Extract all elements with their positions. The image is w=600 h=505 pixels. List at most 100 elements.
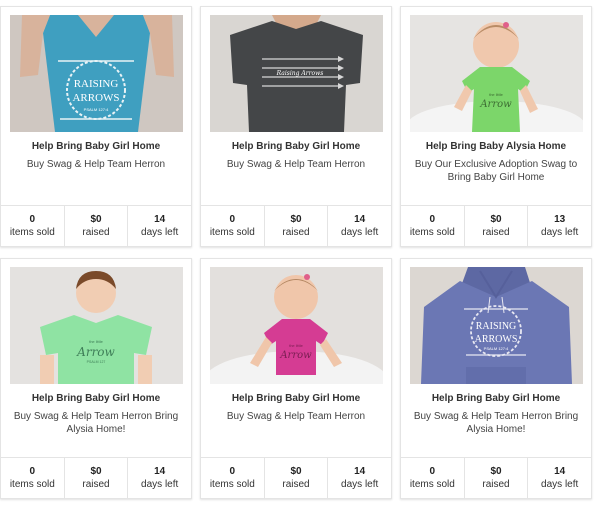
- days-left-label: days left: [541, 479, 579, 490]
- raised-stat: $0 raised: [265, 458, 329, 498]
- product-image-green-onesie[interactable]: the little Arrow: [410, 15, 583, 132]
- product-image-green-kids-tee[interactable]: the little Arrow PSALM 127: [10, 267, 183, 384]
- days-left-label: days left: [341, 227, 379, 238]
- campaign-title[interactable]: Help Bring Baby Girl Home: [401, 393, 591, 404]
- days-left-count: 13: [554, 214, 566, 225]
- campaign-stats: 0 items sold $0 raised 14 days left: [1, 457, 191, 498]
- items-sold-label: items sold: [409, 227, 455, 238]
- campaign-description: Buy Swag & Help Team Herron: [26, 159, 166, 170]
- items-sold-label: items sold: [409, 479, 455, 490]
- days-left-label: days left: [141, 479, 179, 490]
- green-onesie-baby-image: the little Arrow: [410, 15, 583, 132]
- raised-label: raised: [82, 479, 110, 490]
- charcoal-tee-image: Raising Arrows: [210, 15, 383, 132]
- raised-amount: $0: [290, 466, 302, 477]
- campaign-description: Buy Our Exclusive Adoption Swag to Bring…: [414, 159, 578, 183]
- image-text-raising: RAISING: [476, 321, 517, 332]
- days-left-count: 14: [354, 466, 366, 477]
- campaign-stats: 0 items sold $0 raised 14 days left: [201, 205, 391, 246]
- days-left-stat: 14 days left: [128, 206, 191, 246]
- image-text-the-little: the little: [89, 339, 104, 344]
- product-image-pink-onesie[interactable]: the little Arrow: [210, 267, 383, 384]
- items-sold-count: 0: [429, 466, 436, 477]
- image-text-raising: RAISING: [74, 78, 119, 90]
- raised-amount: $0: [290, 214, 302, 225]
- items-sold-stat: 0 items sold: [1, 458, 65, 498]
- campaign-card[interactable]: RAISING ARROWS PSALM 127:4 Help Bring Ba…: [400, 258, 592, 499]
- campaign-description: Buy Swag & Help Team Herron Bring Alysia…: [13, 411, 179, 435]
- campaign-card[interactable]: Raising Arrows Help Bring Baby Girl Home…: [200, 6, 392, 247]
- raised-label: raised: [482, 479, 510, 490]
- image-text-verse: PSALM 127: [87, 360, 106, 364]
- raised-amount: $0: [490, 466, 502, 477]
- items-sold-stat: 0 items sold: [201, 458, 265, 498]
- campaign-title[interactable]: Help Bring Baby Girl Home: [1, 393, 191, 404]
- items-sold-stat: 0 items sold: [201, 206, 265, 246]
- image-text-arrow: Arrow: [76, 345, 115, 359]
- raised-label: raised: [82, 227, 110, 238]
- campaign-stats: 0 items sold $0 raised 14 days left: [401, 457, 591, 498]
- campaign-card[interactable]: the little Arrow Help Bring Baby Alysia …: [400, 6, 592, 247]
- items-sold-label: items sold: [209, 479, 255, 490]
- items-sold-label: items sold: [9, 227, 55, 238]
- raised-stat: $0 raised: [65, 206, 129, 246]
- raised-label: raised: [282, 227, 310, 238]
- campaign-card[interactable]: RAISING ARROWS PSALM 127:4 Help Bring Ba…: [0, 6, 192, 247]
- raised-label: raised: [282, 479, 310, 490]
- items-sold-count: 0: [29, 214, 36, 225]
- product-image-hoodie[interactable]: RAISING ARROWS PSALM 127:4: [410, 267, 583, 384]
- image-text-verse: PSALM 127:4: [84, 107, 109, 112]
- days-left-label: days left: [141, 227, 179, 238]
- image-text-verse: PSALM 127:4: [484, 346, 509, 351]
- campaign-card[interactable]: the little Arrow Help Bring Baby Girl Ho…: [200, 258, 392, 499]
- days-left-stat: 14 days left: [328, 458, 391, 498]
- image-text-arrow: Arrow: [479, 99, 512, 110]
- items-sold-stat: 0 items sold: [1, 206, 65, 246]
- product-image-charcoal-tee[interactable]: Raising Arrows: [210, 15, 383, 132]
- campaign-card[interactable]: the little Arrow PSALM 127 Help Bring Ba…: [0, 258, 192, 499]
- raised-amount: $0: [90, 466, 102, 477]
- days-left-count: 14: [554, 466, 566, 477]
- raised-stat: $0 raised: [465, 458, 529, 498]
- campaign-description: Buy Swag & Help Team Herron: [226, 159, 366, 170]
- campaign-title[interactable]: Help Bring Baby Girl Home: [201, 393, 391, 404]
- days-left-stat: 14 days left: [528, 458, 591, 498]
- product-image-teal-vneck[interactable]: RAISING ARROWS PSALM 127:4: [10, 15, 183, 132]
- items-sold-label: items sold: [209, 227, 255, 238]
- days-left-stat: 14 days left: [128, 458, 191, 498]
- campaign-grid: RAISING ARROWS PSALM 127:4 Help Bring Ba…: [0, 0, 600, 505]
- items-sold-count: 0: [429, 214, 436, 225]
- days-left-label: days left: [341, 479, 379, 490]
- items-sold-stat: 0 items sold: [401, 458, 465, 498]
- pink-onesie-baby-image: the little Arrow: [210, 267, 383, 384]
- campaign-description: Buy Swag & Help Team Herron: [226, 411, 366, 422]
- days-left-label: days left: [541, 227, 579, 238]
- days-left-count: 14: [154, 466, 166, 477]
- image-text-arrow: Arrow: [279, 350, 312, 361]
- image-text-arrows: ARROWS: [475, 334, 518, 345]
- raised-stat: $0 raised: [465, 206, 529, 246]
- campaign-stats: 0 items sold $0 raised 14 days left: [201, 457, 391, 498]
- image-text-arrows: ARROWS: [72, 92, 119, 104]
- raised-stat: $0 raised: [265, 206, 329, 246]
- items-sold-count: 0: [29, 466, 36, 477]
- raised-amount: $0: [90, 214, 102, 225]
- image-text-raising-arrows: Raising Arrows: [276, 70, 324, 77]
- campaign-title[interactable]: Help Bring Baby Girl Home: [201, 141, 391, 152]
- days-left-stat: 14 days left: [328, 206, 391, 246]
- items-sold-label: items sold: [9, 479, 55, 490]
- days-left-count: 14: [354, 214, 366, 225]
- raised-amount: $0: [490, 214, 502, 225]
- campaign-title[interactable]: Help Bring Baby Girl Home: [1, 141, 191, 152]
- image-text-the-little: the little: [289, 343, 304, 348]
- raised-stat: $0 raised: [65, 458, 129, 498]
- items-sold-stat: 0 items sold: [401, 206, 465, 246]
- campaign-title[interactable]: Help Bring Baby Alysia Home: [401, 141, 591, 152]
- items-sold-count: 0: [229, 466, 236, 477]
- green-kids-tee-image: the little Arrow PSALM 127: [10, 267, 183, 384]
- campaign-description: Buy Swag & Help Team Herron Bring Alysia…: [413, 411, 579, 435]
- days-left-count: 14: [154, 214, 166, 225]
- items-sold-count: 0: [229, 214, 236, 225]
- heather-blue-hoodie-image: RAISING ARROWS PSALM 127:4: [410, 267, 583, 384]
- days-left-stat: 13 days left: [528, 206, 591, 246]
